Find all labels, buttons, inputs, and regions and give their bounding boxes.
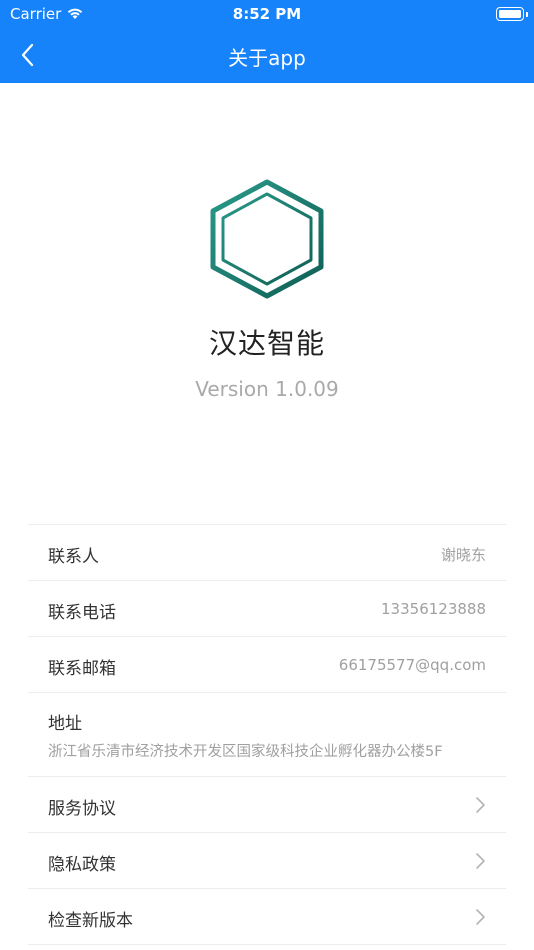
service-agreement-row[interactable]: 服务协议 bbox=[28, 777, 506, 833]
chevron-right-icon bbox=[476, 797, 485, 813]
contact-email-row: 联系邮箱 66175577@qq.com bbox=[28, 637, 506, 693]
chevron-right-icon bbox=[476, 909, 485, 925]
app-name: 汉达智能 bbox=[208, 327, 325, 360]
page-title: 关于app bbox=[228, 46, 306, 70]
status-time: 8:52 PM bbox=[232, 5, 302, 23]
check-update-label: 检查新版本 bbox=[48, 911, 133, 931]
privacy-policy-label: 隐私政策 bbox=[48, 855, 116, 875]
address-row: 地址 浙江省乐清市经济技术开发区国家级科技企业孵化器办公楼5F bbox=[28, 693, 506, 777]
app-logo bbox=[210, 179, 324, 299]
contact-person-row: 联系人 谢晓东 bbox=[28, 525, 506, 581]
contact-email-value: 66175577@qq.com bbox=[338, 656, 486, 674]
battery-icon bbox=[496, 7, 528, 21]
contact-person-value: 谢晓东 bbox=[440, 546, 486, 564]
contact-person-label: 联系人 bbox=[48, 547, 99, 567]
contact-phone-label: 联系电话 bbox=[48, 603, 116, 623]
contact-phone-value: 13356123888 bbox=[381, 600, 486, 618]
status-bar: Carrier 8:52 PM bbox=[0, 0, 534, 28]
contact-email-label: 联系邮箱 bbox=[48, 659, 116, 679]
app-header: Carrier 8:52 PM 关于app bbox=[0, 0, 534, 83]
about-info-list: 联系人 谢晓东 联系电话 13356123888 联系邮箱 66175577@q… bbox=[28, 524, 506, 945]
app-version: Version 1.0.09 bbox=[195, 377, 339, 401]
address-value: 浙江省乐清市经济技术开发区国家级科技企业孵化器办公楼5F bbox=[48, 744, 443, 760]
check-update-row[interactable]: 检查新版本 bbox=[28, 889, 506, 945]
privacy-policy-row[interactable]: 隐私政策 bbox=[28, 833, 506, 889]
service-agreement-label: 服务协议 bbox=[48, 799, 116, 819]
chevron-right-icon bbox=[476, 853, 485, 869]
contact-phone-row: 联系电话 13356123888 bbox=[28, 581, 506, 637]
address-label: 地址 bbox=[48, 714, 82, 734]
